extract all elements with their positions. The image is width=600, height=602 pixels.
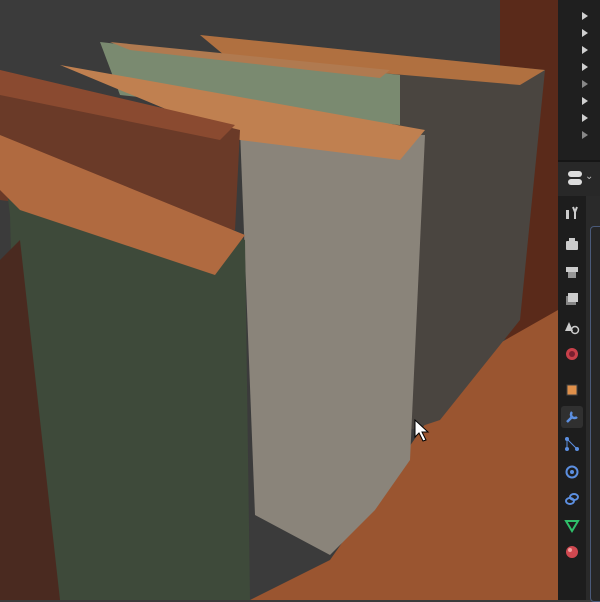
tab-view-layer[interactable] <box>561 288 583 310</box>
properties-header: ⌄ <box>558 160 600 198</box>
tab-tool[interactable] <box>561 202 583 224</box>
object-icon <box>566 384 578 396</box>
properties-tabs <box>558 196 586 600</box>
tab-render[interactable] <box>561 233 583 255</box>
output-icon <box>566 267 578 278</box>
render-icon <box>566 238 578 250</box>
expand-arrow-icon[interactable] <box>582 46 588 54</box>
expand-arrow-icon[interactable] <box>582 131 588 139</box>
chevron-down-icon: ⌄ <box>585 171 594 182</box>
3d-viewport[interactable] <box>0 0 558 600</box>
expand-arrow-icon[interactable] <box>582 12 588 20</box>
world-icon <box>566 348 578 360</box>
tab-object[interactable] <box>561 379 583 401</box>
outliner[interactable] <box>558 0 600 160</box>
editor-type-icon <box>568 171 582 177</box>
tab-scene[interactable] <box>561 316 583 338</box>
physics-icon <box>565 465 579 479</box>
tab-data[interactable] <box>561 515 583 537</box>
expand-arrow-icon[interactable] <box>582 97 588 105</box>
tab-physics[interactable] <box>561 461 583 483</box>
tab-particles[interactable] <box>561 433 583 455</box>
scene-icon <box>565 322 580 335</box>
material-icon <box>566 546 578 558</box>
expand-arrow-icon[interactable] <box>582 63 588 71</box>
expand-arrow-icon[interactable] <box>582 80 588 88</box>
tab-material[interactable] <box>561 541 583 563</box>
tab-output[interactable] <box>561 261 583 283</box>
expand-arrow-icon[interactable] <box>582 114 588 122</box>
editor-type-dropdown[interactable] <box>568 171 582 187</box>
expand-arrow-icon[interactable] <box>582 29 588 37</box>
tab-constraints[interactable] <box>561 488 583 510</box>
view-layer-icon <box>566 293 578 305</box>
tab-world[interactable] <box>561 343 583 365</box>
tool-icon <box>566 206 578 219</box>
particles-icon <box>565 437 579 451</box>
constraints-icon <box>565 493 579 505</box>
data-icon <box>564 520 580 533</box>
properties-panel <box>590 226 600 602</box>
modifiers-icon <box>566 411 578 423</box>
tab-modifiers[interactable] <box>561 406 583 428</box>
